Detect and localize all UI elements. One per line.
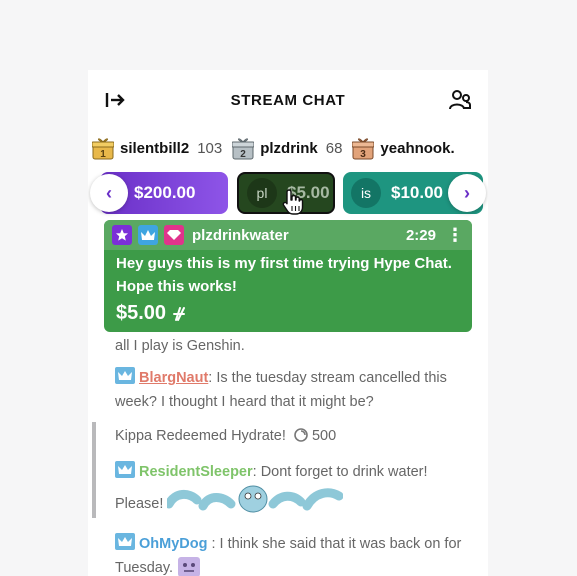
pill-amount: $10.00 (391, 183, 443, 202)
message-separator: : (207, 536, 216, 552)
chat-message: all I play is Genshin. (115, 334, 465, 358)
redemption-text: Kippa Redeemed Hydrate! (115, 428, 286, 444)
bronze-gift-icon: 3 (352, 138, 375, 160)
crown-badge-icon (138, 225, 158, 245)
leaderboard-count: 68 (325, 139, 343, 157)
silver-gift-icon: 2 (232, 138, 255, 160)
chat-title: STREAM CHAT (230, 91, 346, 109)
community-icon[interactable] (448, 88, 472, 112)
pill-amount: $200.00 (134, 183, 196, 202)
chat-header: STREAM CHAT (88, 70, 488, 130)
leaderboard-name: yeahnook. (380, 139, 455, 157)
stream-chat-panel: STREAM CHAT 1 silentbill2 103 2 plzdrink… (88, 70, 488, 576)
hype-chat-amount: $5.00 (116, 302, 188, 325)
face-emote-icon (178, 557, 201, 576)
chat-username[interactable]: ResidentSleeper (139, 464, 253, 480)
hype-chat-text: Hey guys this is my first time trying Hy… (116, 255, 452, 295)
leaderboard-count: 103 (197, 139, 223, 157)
subscriber-badge-icon (115, 367, 135, 384)
chat-message: BlargNaut: Is the tuesday stream cancell… (115, 366, 465, 414)
chat-message: OhMyDog : I think she said that it was b… (115, 532, 465, 576)
gift-leaderboard: 1 silentbill2 103 2 plzdrink 68 3 yeahno… (88, 132, 488, 164)
subscriber-badge-icon (115, 461, 135, 478)
more-options-icon[interactable]: ⋮ (446, 225, 464, 246)
hype-chat-timer: 2:29 (405, 226, 436, 244)
points-value: 500 (311, 428, 337, 444)
leaderboard-entry[interactable]: 2 plzdrink 68 (232, 136, 342, 160)
subscriber-badge-icon (115, 533, 135, 550)
svg-text:2: 2 (240, 149, 246, 160)
channel-points-icon (294, 428, 308, 442)
collapse-chat-icon[interactable] (104, 89, 126, 111)
tentacle-emote-icon (167, 485, 344, 513)
carousel-next-button[interactable]: › (448, 174, 486, 212)
message-text: all I play is Genshin. (115, 338, 245, 354)
gem-badge-icon (164, 225, 184, 245)
chat-message: ResidentSleeper: Dont forget to drink wa… (115, 460, 465, 516)
hype-chat-icon (173, 306, 186, 321)
hype-chat-header: plzdrinkwater 2:29 ⋮ (104, 220, 472, 250)
chat-username[interactable]: OhMyDog (139, 536, 207, 552)
redemption-message: Kippa Redeemed Hydrate! 500 (115, 424, 465, 448)
carousel-prev-button[interactable]: ‹ (90, 174, 128, 212)
avatar: is (351, 178, 381, 208)
message-highlight-bar (92, 422, 96, 518)
leaderboard-entry[interactable]: 1 silentbill2 103 (92, 136, 222, 160)
star-badge-icon (112, 225, 132, 245)
hype-amount-value: $5.00 (116, 302, 167, 324)
svg-text:1: 1 (100, 149, 106, 160)
hype-chat-username[interactable]: plzdrinkwater (192, 227, 289, 244)
leaderboard-entry[interactable]: 3 yeahnook. (352, 136, 462, 160)
hand-pointer-icon (282, 189, 304, 215)
chat-username[interactable]: BlargNaut (139, 370, 208, 386)
chevron-right-icon: › (464, 182, 470, 203)
leaderboard-name: silentbill2 (120, 139, 190, 157)
chevron-left-icon: ‹ (106, 182, 112, 203)
gold-gift-icon: 1 (92, 138, 114, 160)
svg-text:3: 3 (361, 149, 367, 160)
avatar: pl (247, 178, 277, 208)
leaderboard-name: plzdrink (260, 139, 318, 157)
hype-chat-message[interactable]: plzdrinkwater 2:29 ⋮ Hey guys this is my… (104, 220, 472, 332)
